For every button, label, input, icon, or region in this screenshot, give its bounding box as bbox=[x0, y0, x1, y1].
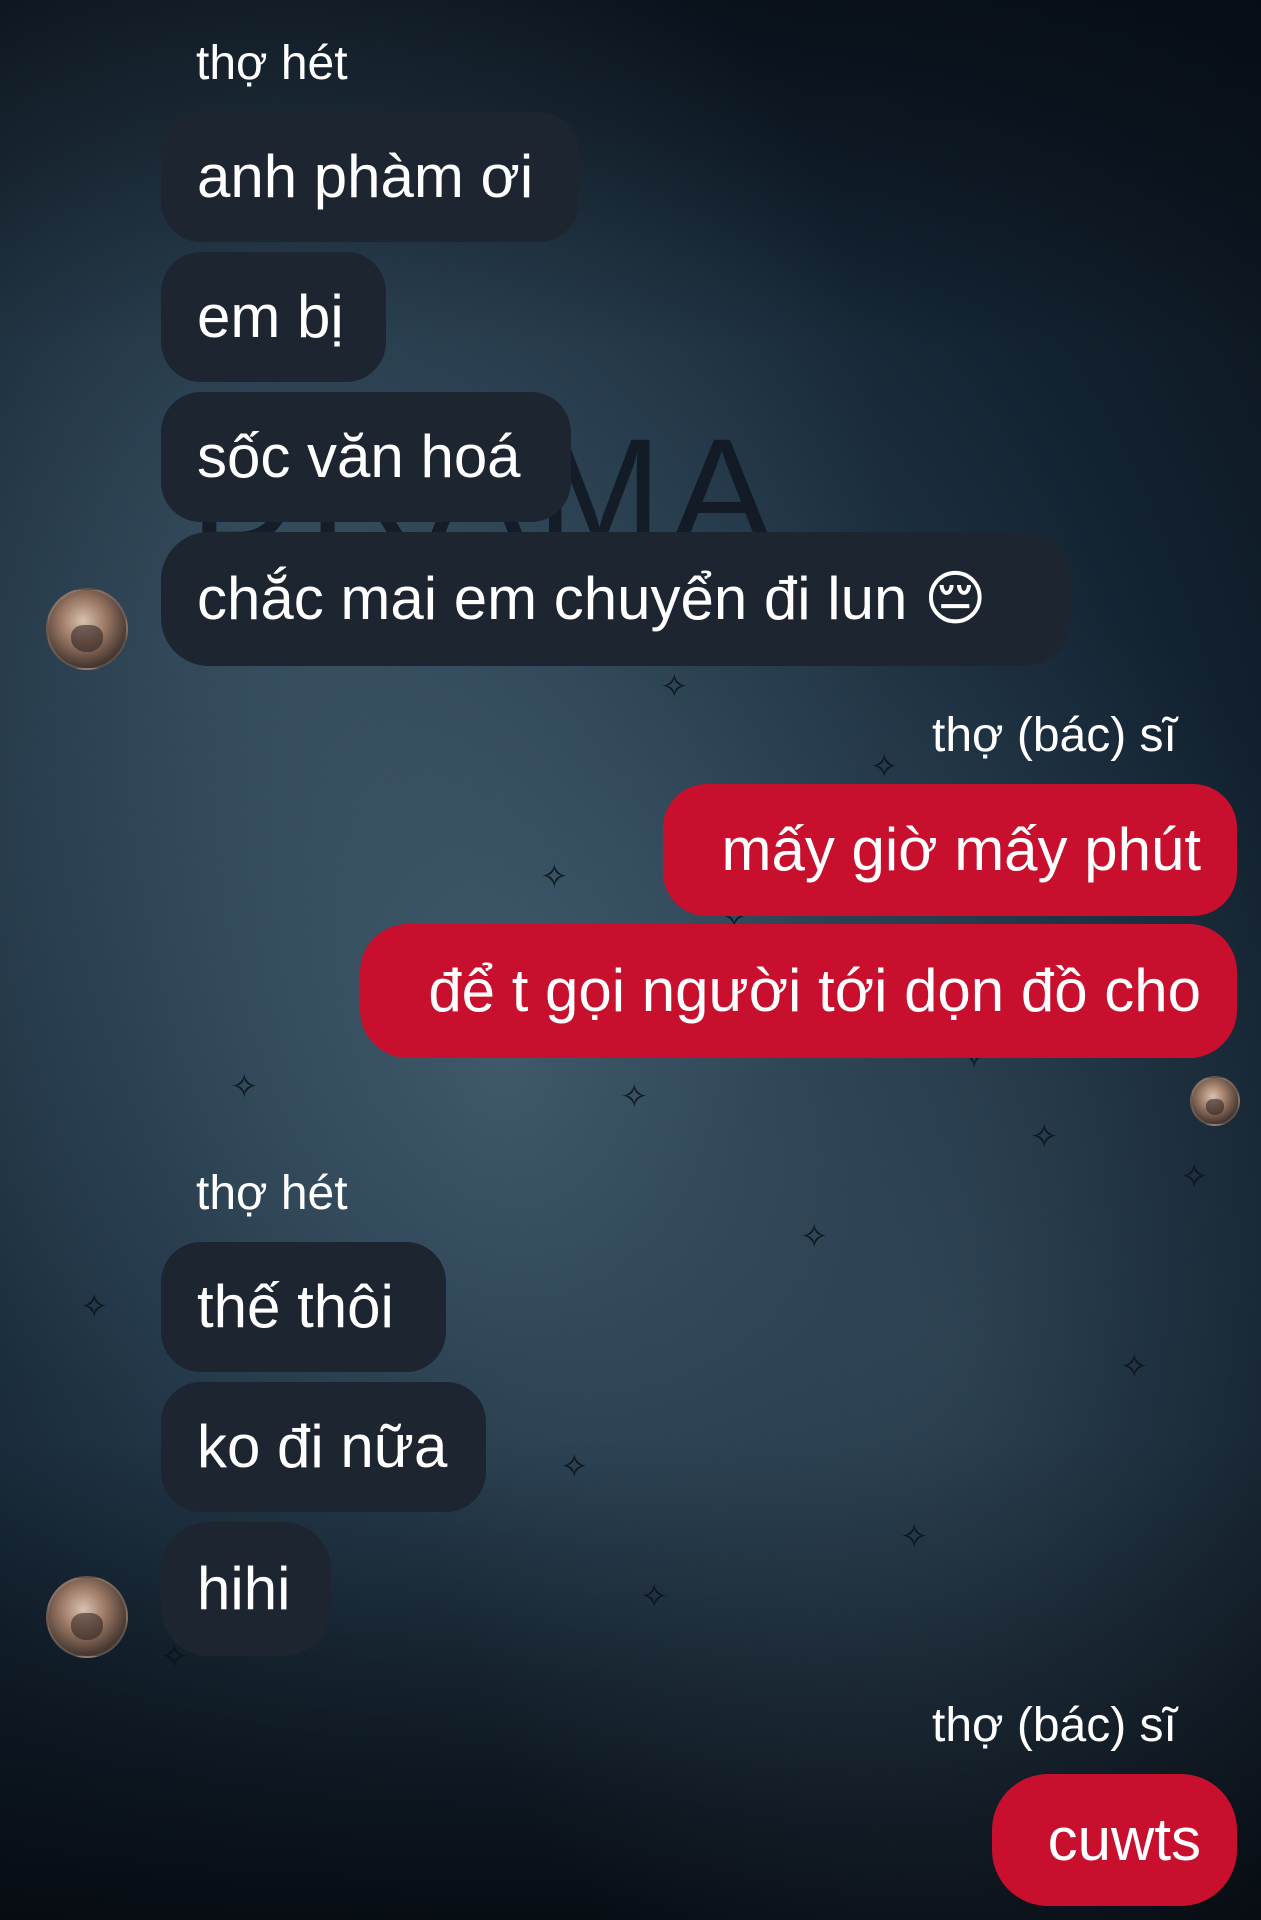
avatar-icon[interactable] bbox=[46, 588, 128, 670]
message-bubble[interactable]: chắc mai em chuyển đi lun 😔 bbox=[161, 532, 1071, 666]
sender-name: thợ hét bbox=[196, 37, 348, 90]
bird-icon: ✧ bbox=[230, 1068, 259, 1106]
bird-icon: ✧ bbox=[1180, 1158, 1209, 1196]
message-bubble[interactable]: anh phàm ơi bbox=[161, 112, 579, 242]
message-bubble[interactable]: thế thôi bbox=[161, 1242, 446, 1372]
bird-icon: ✧ bbox=[560, 1448, 589, 1486]
message-bubble[interactable]: mấy giờ mấy phút bbox=[663, 784, 1237, 916]
bird-icon: ✧ bbox=[640, 1578, 669, 1616]
bird-icon: ✧ bbox=[900, 1518, 929, 1556]
sender-name: thợ (bác) sĩ bbox=[932, 1699, 1177, 1752]
bird-icon: ✧ bbox=[800, 1218, 829, 1256]
bird-icon: ✧ bbox=[1030, 1118, 1059, 1156]
bird-icon: ✧ bbox=[80, 1288, 109, 1326]
bird-icon: ✧ bbox=[660, 668, 689, 706]
sender-name: thợ hét bbox=[196, 1167, 348, 1220]
message-bubble[interactable]: ko đi nữa bbox=[161, 1382, 486, 1512]
bird-icon: ✧ bbox=[1120, 1348, 1149, 1386]
bird-icon: ✧ bbox=[620, 1078, 649, 1116]
message-bubble[interactable]: em bị bbox=[161, 252, 386, 382]
message-bubble[interactable]: sốc văn hoá bbox=[161, 392, 571, 522]
sender-name: thợ (bác) sĩ bbox=[932, 709, 1177, 762]
bird-icon: ✧ bbox=[540, 858, 569, 896]
message-bubble[interactable]: cuwts bbox=[992, 1774, 1237, 1906]
message-bubble[interactable]: hihi bbox=[161, 1522, 331, 1656]
bird-icon: ✧ bbox=[870, 748, 899, 786]
avatar-icon[interactable] bbox=[46, 1576, 128, 1658]
message-bubble[interactable]: để t gọi người tới dọn đồ cho bbox=[360, 924, 1237, 1058]
avatar-icon[interactable] bbox=[1190, 1076, 1240, 1126]
